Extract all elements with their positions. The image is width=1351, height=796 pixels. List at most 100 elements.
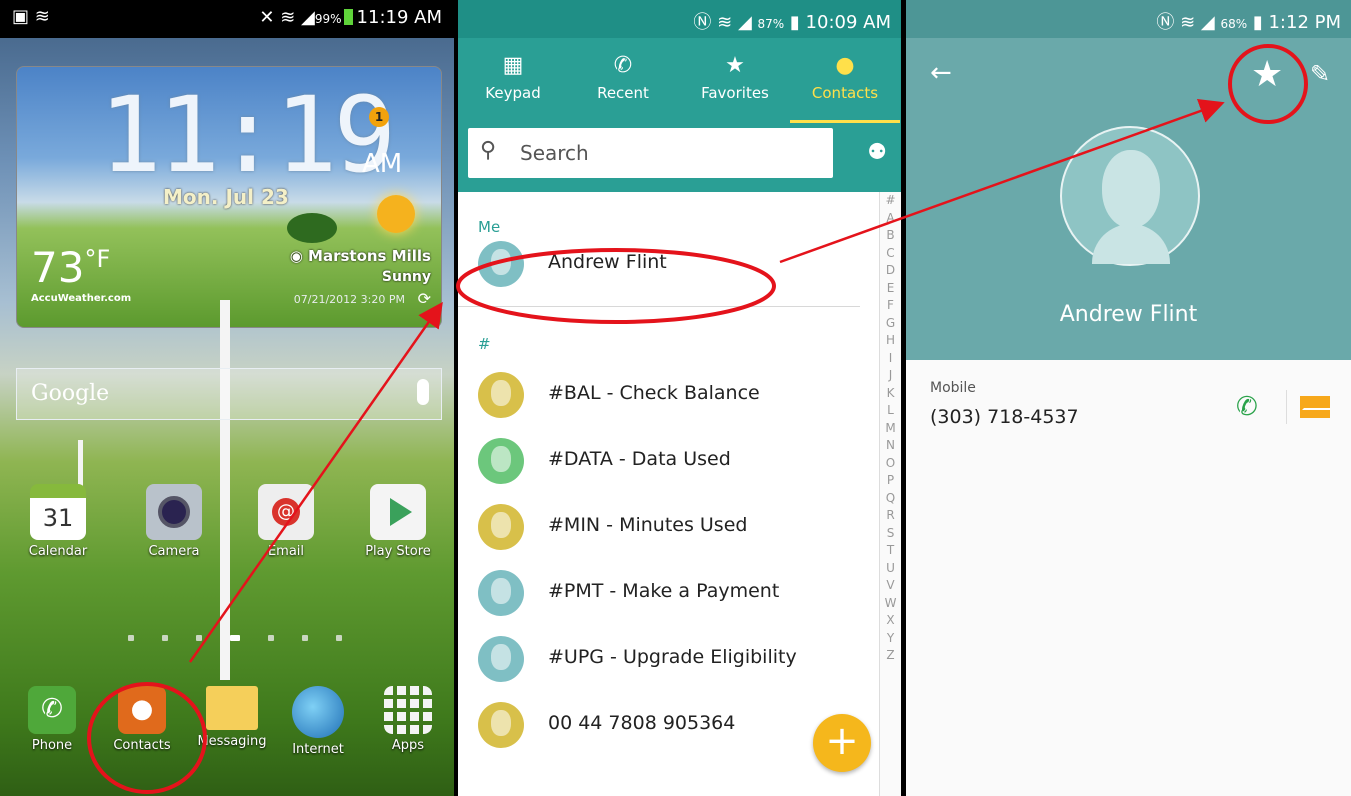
index-letter[interactable]: G	[880, 315, 901, 333]
app-calendar[interactable]: 31 Calendar	[8, 484, 108, 559]
app-label: Calendar	[28, 544, 88, 559]
google-search-bar[interactable]: Google	[16, 368, 442, 420]
dock-internet[interactable]: Internet	[268, 686, 368, 757]
contact-avatar	[478, 702, 524, 748]
contact-detail: Ⓝ ≋ ◢ 68% ▮ 1:12 PM ← ★ ✎ Andrew Flint M…	[906, 0, 1351, 796]
app-play-store[interactable]: Play Store	[348, 484, 448, 559]
index-letter[interactable]: X	[880, 612, 901, 630]
calendar-icon: 31	[30, 484, 86, 540]
contact-avatar	[478, 504, 524, 550]
index-letter[interactable]: V	[880, 577, 901, 595]
widget-time: 11:19	[99, 74, 396, 196]
battery-icon	[343, 9, 353, 25]
app-camera[interactable]: Camera	[124, 484, 224, 559]
search-input[interactable]: ⚲ Search	[468, 128, 833, 178]
index-letter[interactable]: B	[880, 227, 901, 245]
phone-number[interactable]: (303) 718-4537	[930, 406, 1079, 428]
tab-recent[interactable]: ✆ Recent	[568, 52, 678, 102]
phone-icon: ✆	[28, 686, 76, 734]
message-icon[interactable]	[1300, 396, 1330, 418]
google-label: Google	[31, 381, 110, 406]
contact-row[interactable]: #PMT - Make a Payment	[458, 559, 860, 625]
status-right: Ⓝ ≋ ◢ 87% ▮ 10:09 AM	[693, 12, 891, 33]
index-letter[interactable]: I	[880, 350, 901, 368]
index-letter[interactable]: K	[880, 385, 901, 403]
status-left-icons: ▣ ≋	[12, 6, 50, 27]
alert-badge: 1	[369, 107, 389, 127]
contact-row[interactable]: #BAL - Check Balance	[458, 361, 860, 427]
contact-name: #MIN - Minutes Used	[548, 514, 748, 536]
add-contact-fab[interactable]: +	[813, 714, 871, 772]
index-letter[interactable]: J	[880, 367, 901, 385]
app-label: Apps	[391, 738, 425, 753]
dock-messaging[interactable]: Messaging	[182, 686, 282, 749]
contact-row[interactable]: #DATA - Data Used	[458, 427, 860, 493]
tab-keypad[interactable]: ▦ Keypad	[458, 52, 568, 102]
contact-row[interactable]: #UPG - Upgrade Eligibility	[458, 625, 860, 691]
tab-contacts[interactable]: ● Contacts	[790, 52, 900, 123]
dock-contacts[interactable]: ● Contacts	[92, 686, 192, 753]
index-letter[interactable]: H	[880, 332, 901, 350]
status-right: ✕ ≋ ◢99% 11:19 AM	[259, 7, 442, 28]
contacts-app: Ⓝ ≋ ◢ 87% ▮ 10:09 AM ▦ Keypad ✆ Recent ★…	[458, 0, 901, 796]
phone-type-label: Mobile	[930, 380, 976, 396]
index-letter[interactable]: T	[880, 542, 901, 560]
index-letter[interactable]: U	[880, 560, 901, 578]
app-label: Contacts	[113, 738, 171, 753]
edit-pencil-icon[interactable]: ✎	[1310, 60, 1330, 88]
app-label: Messaging	[197, 734, 267, 749]
call-icon[interactable]: ✆	[1236, 392, 1258, 422]
weather-clock-widget[interactable]: 11:19 1 AM Mon. Jul 23 73°F ◉ Marstons M…	[16, 66, 442, 328]
camera-icon	[146, 484, 202, 540]
index-letter[interactable]: C	[880, 245, 901, 263]
contact-row-me[interactable]: Andrew Flint	[458, 230, 860, 296]
contact-name: #BAL - Check Balance	[548, 382, 760, 404]
dock-apps[interactable]: Apps	[358, 686, 454, 753]
temp-value: 73	[31, 243, 85, 292]
status-time: 10:09 AM	[805, 12, 891, 33]
panel-separator	[901, 0, 905, 796]
index-letter[interactable]: P	[880, 472, 901, 490]
index-letter[interactable]: Y	[880, 630, 901, 648]
back-arrow-icon[interactable]: ←	[930, 58, 952, 88]
index-letter[interactable]: #	[880, 192, 901, 210]
app-email[interactable]: @ Email	[236, 484, 336, 559]
index-letter[interactable]: F	[880, 297, 901, 315]
section-header-me: Me	[478, 218, 501, 236]
favorite-star-icon[interactable]: ★	[1251, 54, 1283, 95]
index-letter[interactable]: E	[880, 280, 901, 298]
app-label: Camera	[148, 544, 200, 559]
index-letter[interactable]: R	[880, 507, 901, 525]
dock-phone[interactable]: ✆ Phone	[2, 686, 102, 753]
index-letter[interactable]: A	[880, 210, 901, 228]
index-letter[interactable]: Z	[880, 647, 901, 665]
index-letter[interactable]: Q	[880, 490, 901, 508]
refresh-icon[interactable]: ⟳	[418, 289, 431, 308]
widget-condition: Sunny	[381, 269, 431, 285]
index-letter[interactable]: W	[880, 595, 901, 613]
index-letter[interactable]: L	[880, 402, 901, 420]
widget-temperature: 73°F	[31, 243, 110, 292]
index-letter[interactable]: M	[880, 420, 901, 438]
index-letter[interactable]: S	[880, 525, 901, 543]
index-letter[interactable]: O	[880, 455, 901, 473]
tab-label: Keypad	[485, 84, 541, 102]
tab-favorites[interactable]: ★ Favorites	[680, 52, 790, 102]
contact-name: #UPG - Upgrade Eligibility	[548, 646, 797, 668]
page-dot	[196, 635, 202, 641]
tab-label: Contacts	[811, 84, 879, 102]
contact-row[interactable]: 00 44 7808 905364	[458, 691, 860, 757]
index-letter[interactable]: N	[880, 437, 901, 455]
people-icon[interactable]: ⚉	[867, 140, 887, 165]
active-tab-indicator	[790, 120, 900, 123]
index-letter[interactable]: D	[880, 262, 901, 280]
accuweather-brand: AccuWeather.com	[31, 293, 132, 304]
alphabet-index-scroller[interactable]: # A B C D E F G H I J K L M N O P Q R S T U V W X Y Z	[879, 192, 901, 796]
microphone-icon[interactable]	[417, 379, 429, 405]
page-dot	[128, 635, 134, 641]
contact-row[interactable]: #MIN - Minutes Used	[458, 493, 860, 559]
battery-percent: 87%	[757, 17, 785, 31]
widget-updated: 07/21/2012 3:20 PM	[293, 293, 405, 306]
screenshot-stage: ▣ ≋ ✕ ≋ ◢99% 11:19 AM 11:19 1 AM Mon. Jul…	[0, 0, 1351, 796]
contact-photo[interactable]	[1060, 126, 1200, 266]
